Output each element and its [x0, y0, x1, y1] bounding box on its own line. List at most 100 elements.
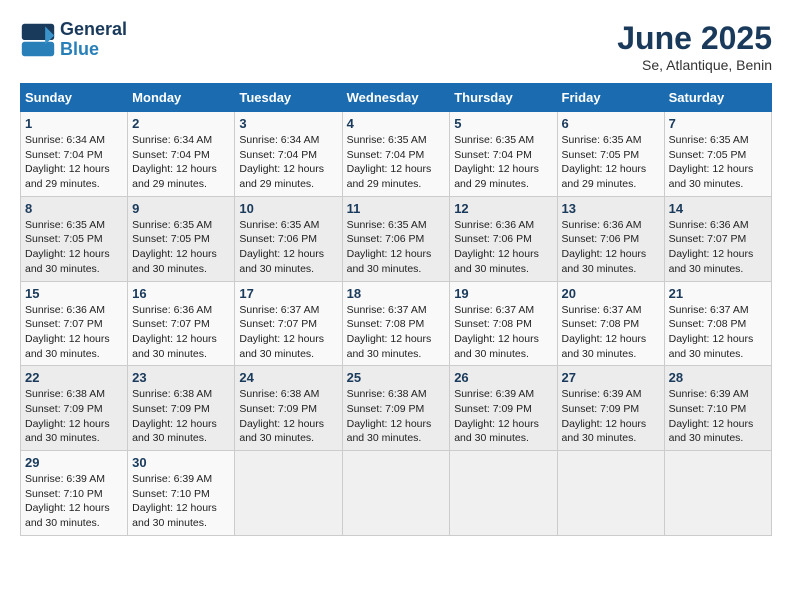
day-info: Sunrise: 6:35 AMSunset: 7:05 PMDaylight:… [25, 218, 123, 277]
calendar-cell: 6 Sunrise: 6:35 AMSunset: 7:05 PMDaylight… [557, 112, 664, 197]
calendar-cell: 30 Sunrise: 6:39 AMSunset: 7:10 PMDayligh… [128, 451, 235, 536]
day-info: Sunrise: 6:36 AMSunset: 7:07 PMDaylight:… [132, 303, 230, 362]
day-info: Sunrise: 6:35 AMSunset: 7:04 PMDaylight:… [347, 133, 446, 192]
day-number: 19 [454, 286, 552, 301]
day-number: 25 [347, 370, 446, 385]
day-number: 1 [25, 116, 123, 131]
calendar-cell [664, 451, 771, 536]
col-wednesday: Wednesday [342, 84, 450, 112]
calendar-week-5: 29 Sunrise: 6:39 AMSunset: 7:10 PMDayligh… [21, 451, 772, 536]
logo-text: General Blue [60, 20, 127, 60]
calendar-cell [450, 451, 557, 536]
day-info: Sunrise: 6:39 AMSunset: 7:10 PMDaylight:… [25, 472, 123, 531]
calendar-cell: 20 Sunrise: 6:37 AMSunset: 7:08 PMDayligh… [557, 281, 664, 366]
calendar-cell: 25 Sunrise: 6:38 AMSunset: 7:09 PMDayligh… [342, 366, 450, 451]
day-info: Sunrise: 6:34 AMSunset: 7:04 PMDaylight:… [25, 133, 123, 192]
calendar-cell: 11Sunrise: 6:35 AMSunset: 7:06 PMDayligh… [342, 196, 450, 281]
day-info: Sunrise: 6:35 AMSunset: 7:06 PMDaylight:… [239, 218, 337, 277]
day-number: 22 [25, 370, 123, 385]
day-info: Sunrise: 6:39 AMSunset: 7:09 PMDaylight:… [454, 387, 552, 446]
day-info: Sunrise: 6:36 AMSunset: 7:06 PMDaylight:… [562, 218, 660, 277]
calendar-cell [342, 451, 450, 536]
calendar-table: Sunday Monday Tuesday Wednesday Thursday… [20, 83, 772, 536]
day-number: 27 [562, 370, 660, 385]
calendar-cell: 18 Sunrise: 6:37 AMSunset: 7:08 PMDayligh… [342, 281, 450, 366]
calendar-cell: 7 Sunrise: 6:35 AMSunset: 7:05 PMDaylight… [664, 112, 771, 197]
day-number: 9 [132, 201, 230, 216]
page-header: General Blue June 2025 Se, Atlantique, B… [20, 20, 772, 73]
calendar-cell: 19 Sunrise: 6:37 AMSunset: 7:08 PMDayligh… [450, 281, 557, 366]
calendar-cell: 16 Sunrise: 6:36 AMSunset: 7:07 PMDayligh… [128, 281, 235, 366]
day-info: Sunrise: 6:39 AMSunset: 7:09 PMDaylight:… [562, 387, 660, 446]
day-number: 21 [669, 286, 767, 301]
calendar-cell: 21 Sunrise: 6:37 AMSunset: 7:08 PMDayligh… [664, 281, 771, 366]
day-info: Sunrise: 6:36 AMSunset: 7:06 PMDaylight:… [454, 218, 552, 277]
header-row: Sunday Monday Tuesday Wednesday Thursday… [21, 84, 772, 112]
day-number: 15 [25, 286, 123, 301]
day-number: 29 [25, 455, 123, 470]
day-info: Sunrise: 6:37 AMSunset: 7:08 PMDaylight:… [454, 303, 552, 362]
day-number: 13 [562, 201, 660, 216]
day-number: 14 [669, 201, 767, 216]
logo: General Blue [20, 20, 127, 60]
calendar-cell: 22 Sunrise: 6:38 AMSunset: 7:09 PMDayligh… [21, 366, 128, 451]
day-info: Sunrise: 6:38 AMSunset: 7:09 PMDaylight:… [347, 387, 446, 446]
day-number: 28 [669, 370, 767, 385]
day-info: Sunrise: 6:38 AMSunset: 7:09 PMDaylight:… [239, 387, 337, 446]
day-info: Sunrise: 6:37 AMSunset: 7:08 PMDaylight:… [347, 303, 446, 362]
day-number: 6 [562, 116, 660, 131]
calendar-week-3: 15 Sunrise: 6:36 AMSunset: 7:07 PMDayligh… [21, 281, 772, 366]
day-number: 24 [239, 370, 337, 385]
day-number: 26 [454, 370, 552, 385]
calendar-cell: 14 Sunrise: 6:36 AMSunset: 7:07 PMDayligh… [664, 196, 771, 281]
col-monday: Monday [128, 84, 235, 112]
calendar-cell [557, 451, 664, 536]
col-saturday: Saturday [664, 84, 771, 112]
day-info: Sunrise: 6:35 AMSunset: 7:05 PMDaylight:… [562, 133, 660, 192]
calendar-cell: 17 Sunrise: 6:37 AMSunset: 7:07 PMDayligh… [235, 281, 342, 366]
title-section: June 2025 Se, Atlantique, Benin [617, 20, 772, 73]
calendar-week-1: 1 Sunrise: 6:34 AMSunset: 7:04 PMDaylight… [21, 112, 772, 197]
calendar-cell: 24 Sunrise: 6:38 AMSunset: 7:09 PMDayligh… [235, 366, 342, 451]
day-info: Sunrise: 6:35 AMSunset: 7:05 PMDaylight:… [669, 133, 767, 192]
calendar-cell: 2Sunrise: 6:34 AMSunset: 7:04 PMDaylight… [128, 112, 235, 197]
day-info: Sunrise: 6:37 AMSunset: 7:07 PMDaylight:… [239, 303, 337, 362]
month-title: June 2025 [617, 20, 772, 57]
calendar-cell: 29 Sunrise: 6:39 AMSunset: 7:10 PMDayligh… [21, 451, 128, 536]
day-info: Sunrise: 6:35 AMSunset: 7:04 PMDaylight:… [454, 133, 552, 192]
day-info: Sunrise: 6:39 AMSunset: 7:10 PMDaylight:… [132, 472, 230, 531]
day-info: Sunrise: 6:38 AMSunset: 7:09 PMDaylight:… [25, 387, 123, 446]
calendar-cell [235, 451, 342, 536]
day-number: 18 [347, 286, 446, 301]
calendar-cell: 3Sunrise: 6:34 AMSunset: 7:04 PMDaylight… [235, 112, 342, 197]
day-info: Sunrise: 6:38 AMSunset: 7:09 PMDaylight:… [132, 387, 230, 446]
calendar-cell: 4 Sunrise: 6:35 AMSunset: 7:04 PMDaylight… [342, 112, 450, 197]
day-number: 30 [132, 455, 230, 470]
day-info: Sunrise: 6:34 AMSunset: 7:04 PMDaylight:… [132, 133, 230, 192]
col-thursday: Thursday [450, 84, 557, 112]
col-tuesday: Tuesday [235, 84, 342, 112]
calendar-cell: 5 Sunrise: 6:35 AMSunset: 7:04 PMDaylight… [450, 112, 557, 197]
col-friday: Friday [557, 84, 664, 112]
day-info: Sunrise: 6:35 AMSunset: 7:05 PMDaylight:… [132, 218, 230, 277]
day-number: 10 [239, 201, 337, 216]
calendar-cell: 28Sunrise: 6:39 AMSunset: 7:10 PMDayligh… [664, 366, 771, 451]
day-number: 7 [669, 116, 767, 131]
calendar-cell: 15Sunrise: 6:36 AMSunset: 7:07 PMDayligh… [21, 281, 128, 366]
day-number: 20 [562, 286, 660, 301]
day-number: 5 [454, 116, 552, 131]
calendar-cell: 8 Sunrise: 6:35 AMSunset: 7:05 PMDaylight… [21, 196, 128, 281]
day-number: 12 [454, 201, 552, 216]
day-number: 16 [132, 286, 230, 301]
calendar-cell: 10 Sunrise: 6:35 AMSunset: 7:06 PMDayligh… [235, 196, 342, 281]
day-info: Sunrise: 6:37 AMSunset: 7:08 PMDaylight:… [562, 303, 660, 362]
day-info: Sunrise: 6:37 AMSunset: 7:08 PMDaylight:… [669, 303, 767, 362]
day-number: 23 [132, 370, 230, 385]
calendar-cell: 12 Sunrise: 6:36 AMSunset: 7:06 PMDayligh… [450, 196, 557, 281]
col-sunday: Sunday [21, 84, 128, 112]
day-info: Sunrise: 6:36 AMSunset: 7:07 PMDaylight:… [669, 218, 767, 277]
day-number: 11 [347, 201, 446, 216]
day-number: 17 [239, 286, 337, 301]
day-number: 8 [25, 201, 123, 216]
day-number: 4 [347, 116, 446, 131]
